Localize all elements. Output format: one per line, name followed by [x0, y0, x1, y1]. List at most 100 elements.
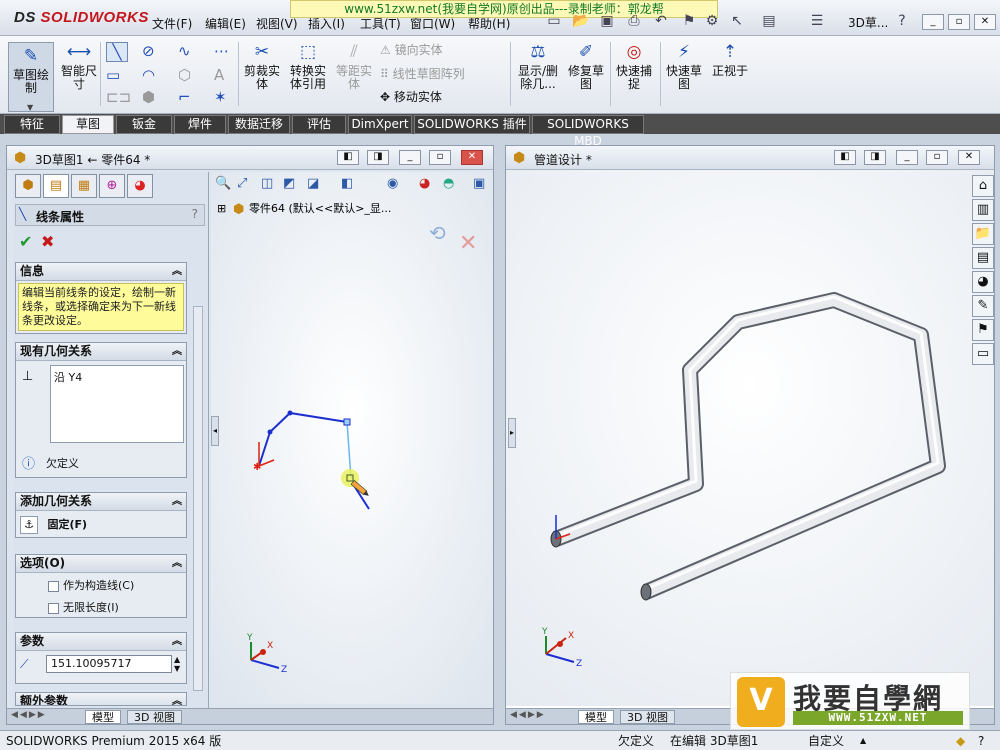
add-relations-header[interactable]: 添加几何关系 ︽	[16, 493, 186, 511]
home-icon[interactable]: ⌂	[972, 175, 994, 197]
construction-checkbox[interactable]: 作为构造线(C)	[48, 577, 134, 593]
info-group-header[interactable]: 信息 ︽	[16, 263, 186, 281]
save-icon[interactable]: ▣	[598, 12, 616, 30]
menu-file[interactable]: 文件(F)	[152, 15, 192, 32]
dimxpert-tab-icon[interactable]: ⊕	[99, 174, 125, 198]
tree-expand-icon[interactable]: ⊞	[217, 202, 226, 215]
window-minimize-button[interactable]: _	[896, 150, 918, 165]
plane-tool-icon[interactable]: ✶	[214, 88, 227, 106]
window-maximize-button[interactable]: ▫	[429, 150, 451, 165]
section-view-icon[interactable]: ◩	[283, 176, 295, 191]
window-minimize-button[interactable]: _	[399, 150, 421, 165]
window-maximize-button[interactable]: ▫	[926, 150, 948, 165]
display-style-icon[interactable]: ◧	[341, 176, 353, 191]
restore-button[interactable]: ▫	[948, 14, 970, 30]
normal-to-button[interactable]: ⇡ 正视于	[708, 42, 752, 78]
hide-show-icon[interactable]: ◉	[387, 176, 398, 191]
options-header[interactable]: 选项(O) ︽	[16, 555, 186, 573]
tab-scroll-arrows-icon[interactable]: ◀◀▶▶	[11, 710, 47, 720]
offset-button[interactable]: ⫽ 等距实体	[334, 42, 374, 91]
collapse-pane-handle[interactable]: ◂	[211, 416, 219, 446]
model-tab[interactable]: 模型	[578, 710, 614, 724]
discard-sketch-icon[interactable]: ✕	[459, 231, 477, 256]
extra-parameters-header[interactable]: 额外参数 ︽	[16, 693, 186, 705]
display-manager-tab-icon[interactable]: ◕	[127, 174, 153, 198]
cancel-x-icon[interactable]: ✖	[41, 232, 54, 251]
appearances-icon[interactable]: ◕	[972, 271, 994, 293]
design-library-icon[interactable]: 📁	[972, 223, 994, 245]
relations-list[interactable]: 沿 Y4	[50, 365, 184, 443]
open-file-icon[interactable]: 📂	[572, 12, 590, 30]
move-entities-button[interactable]: ✥ 移动实体	[380, 89, 442, 105]
arc-tool-icon[interactable]: ◠	[142, 66, 155, 84]
linear-pattern-button[interactable]: ⠿ 线性草图阵列	[380, 66, 465, 82]
scene-icon[interactable]: ◓	[443, 176, 454, 191]
window-close-button[interactable]: ✕	[958, 150, 980, 165]
3d-view-tab[interactable]: 3D 视图	[127, 710, 182, 724]
tab-mbd[interactable]: SOLIDWORKS MBD	[532, 115, 644, 148]
window-close-button[interactable]: ✕	[461, 150, 483, 165]
tile-right-button[interactable]: ◨	[864, 150, 886, 165]
sketch-endpoint-handle[interactable]	[343, 418, 351, 426]
spin-arrows-icon[interactable]: ▲ ▼	[174, 655, 180, 673]
existing-relations-header[interactable]: 现有几何关系 ︽	[16, 343, 186, 361]
3d-view-tab[interactable]: 3D 视图	[620, 710, 675, 724]
forum-icon[interactable]: ⚑	[972, 319, 994, 341]
print-icon[interactable]: ⎙	[625, 12, 643, 30]
tab-scroll-arrows-icon[interactable]: ◀◀▶▶	[510, 710, 546, 720]
hexagon-tool-icon[interactable]: ⬢	[142, 88, 155, 106]
tile-left-button[interactable]: ◧	[834, 150, 856, 165]
help-button[interactable]: ?	[192, 207, 198, 221]
tile-right-button[interactable]: ◨	[367, 150, 389, 165]
model-tab[interactable]: 模型	[85, 710, 121, 724]
pm-scrollbar[interactable]	[193, 306, 203, 691]
menu-edit[interactable]: 编辑(E)	[205, 15, 246, 32]
point-tool-icon[interactable]: ⋯	[214, 42, 229, 60]
show-delete-relations-button[interactable]: ⚖ 显示/删除几...	[514, 42, 562, 91]
sketch-point[interactable]	[267, 429, 273, 435]
polygon-tool-icon[interactable]: ⬡	[178, 66, 191, 84]
zoom-fit-icon[interactable]: 🔍	[215, 174, 231, 191]
tab-features[interactable]: 特征	[4, 115, 60, 134]
tab-evaluate[interactable]: 评估	[292, 115, 346, 134]
convert-entities-button[interactable]: ⬚ 转换实体引用	[288, 42, 328, 91]
length-input[interactable]: 151.10095717	[46, 655, 172, 673]
relation-item[interactable]: 沿 Y4	[54, 371, 82, 384]
list-icon[interactable]: ☰	[808, 12, 826, 30]
help-icon[interactable]: ?	[893, 12, 911, 30]
select-icon[interactable]: ↖	[728, 12, 746, 30]
close-button[interactable]: ✕	[974, 14, 996, 30]
tile-left-button[interactable]: ◧	[337, 150, 359, 165]
appearance-icon[interactable]: ◕	[419, 176, 430, 191]
zoom-area-icon[interactable]: ⤢	[237, 176, 247, 191]
sketch-point[interactable]	[287, 410, 293, 416]
feature-tree-tab-icon[interactable]: ⬢	[15, 174, 41, 198]
feature-tree-item[interactable]: 零件64 (默认<<默认>_显...	[249, 202, 391, 215]
mirror-entities-button[interactable]: ⚠ 镜向实体	[380, 42, 443, 58]
solidworks-logo[interactable]: DS SOLIDWORKS	[14, 9, 149, 26]
help-status-icon[interactable]: ?	[978, 732, 984, 750]
tab-data-migration[interactable]: 数据迁移	[228, 115, 290, 134]
pipe-graphics-area[interactable]: Y X Z	[506, 170, 994, 706]
tab-dimxpert[interactable]: DimXpert	[348, 115, 412, 134]
sketch-graphics-area[interactable]: 🔍 ⤢ ◫ ◩ ◪ ◧ ◉ ◕ ◓ ▣ ⊞ ⬢ 零件64 (默认<<默认>_显.…	[211, 172, 493, 704]
quick-snaps-button[interactable]: ◎ 快速捕捉	[614, 42, 654, 91]
infinite-length-checkbox[interactable]: 无限长度(I)	[48, 599, 119, 615]
previous-view-icon[interactable]: ◫	[261, 176, 273, 191]
options-icon[interactable]: ⚙	[703, 12, 721, 30]
config-manager-tab-icon[interactable]: ▦	[71, 174, 97, 198]
tab-sheet-metal[interactable]: 钣金	[116, 115, 172, 134]
rebuild-status-icon[interactable]: ◆	[956, 732, 965, 750]
spline-tool-icon[interactable]: ∿	[178, 42, 191, 60]
tab-addins[interactable]: SOLIDWORKS 插件	[414, 115, 530, 134]
view-settings-icon[interactable]: ▣	[473, 176, 485, 191]
search-commands-label[interactable]: 3D草...	[848, 14, 888, 31]
view-orientation-icon[interactable]: ◪	[307, 176, 319, 191]
custom-properties-icon[interactable]: ✎	[972, 295, 994, 317]
repair-sketch-button[interactable]: ✐ 修复草图	[566, 42, 606, 91]
slot-tool-icon[interactable]: ⊏⊐	[106, 88, 131, 106]
parameters-header[interactable]: 参数 ︽	[16, 633, 186, 651]
rectangle-tool-icon[interactable]: ▭	[106, 66, 120, 84]
units-selector[interactable]: 自定义	[808, 732, 844, 750]
circle-tool-icon[interactable]: ⊘	[142, 42, 155, 60]
